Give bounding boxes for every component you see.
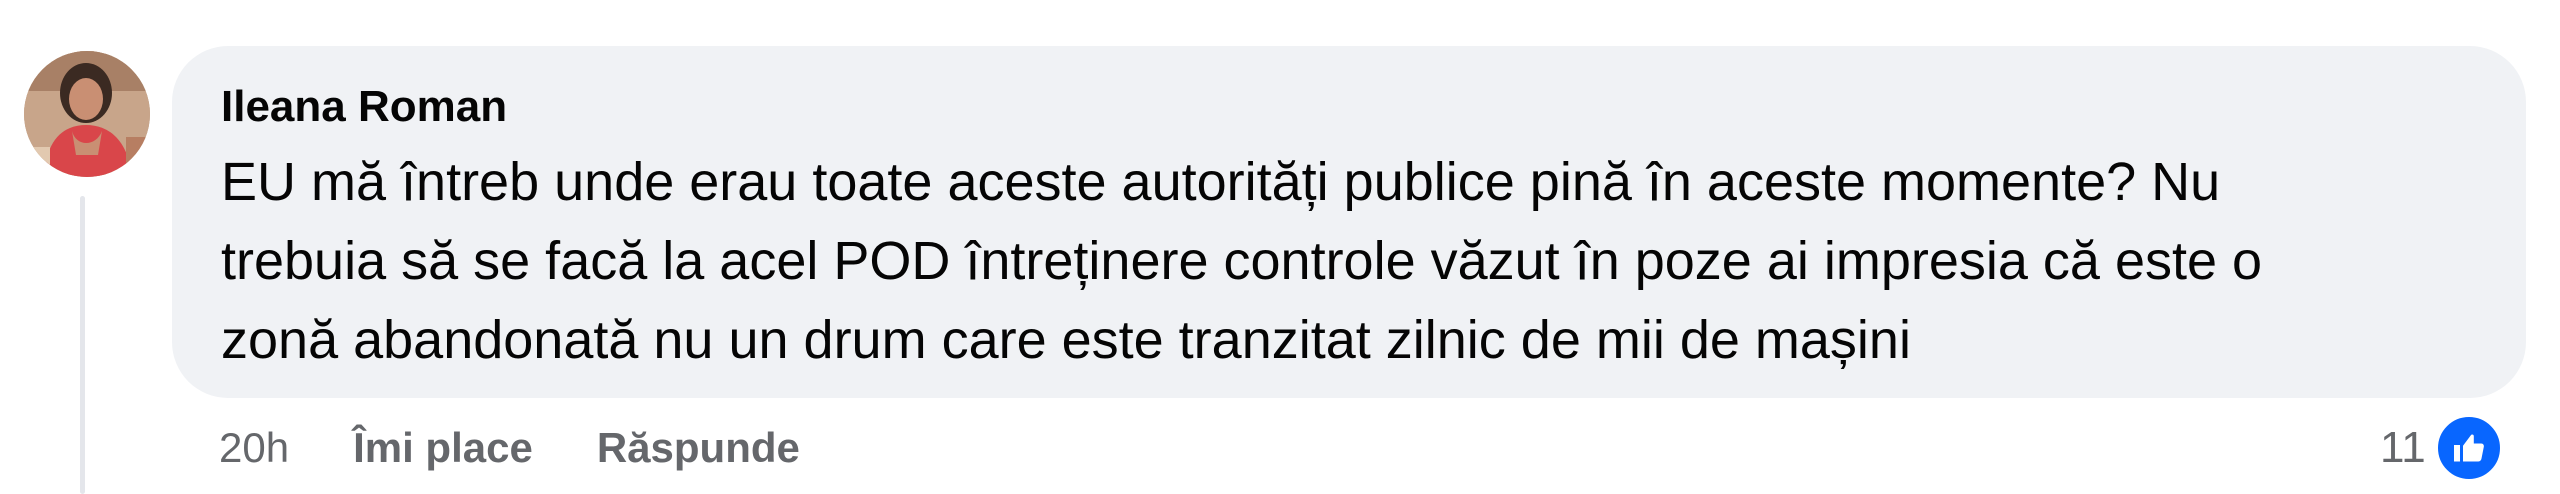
comment-text-line: zonă abandonată nu un drum care este tra… <box>221 310 1911 370</box>
reply-button[interactable]: Răspunde <box>597 424 800 472</box>
comment-text-line: EU mă întreb unde erau toate aceste auto… <box>221 152 2221 212</box>
reactions-summary[interactable]: 11 <box>2380 410 2504 486</box>
thumbs-up-icon <box>2433 413 2504 483</box>
comment-timestamp[interactable]: 20h <box>219 424 289 472</box>
avatar-image <box>24 51 150 177</box>
like-button[interactable]: Îmi place <box>353 424 533 472</box>
comment-text-line: trebuia să se facă la acel POD întreține… <box>221 231 2263 291</box>
comment-text: EU mă întreb unde erau toate aceste auto… <box>221 143 2486 380</box>
comment-author[interactable]: Ileana Roman <box>221 79 2486 135</box>
comment-actions: 20h Îmi place Răspunde <box>219 420 800 476</box>
comment-bubble: Ileana Roman EU mă întreb unde erau toat… <box>172 46 2526 398</box>
thread-line <box>80 196 85 494</box>
reaction-count: 11 <box>2380 423 2426 472</box>
avatar[interactable] <box>24 51 150 177</box>
